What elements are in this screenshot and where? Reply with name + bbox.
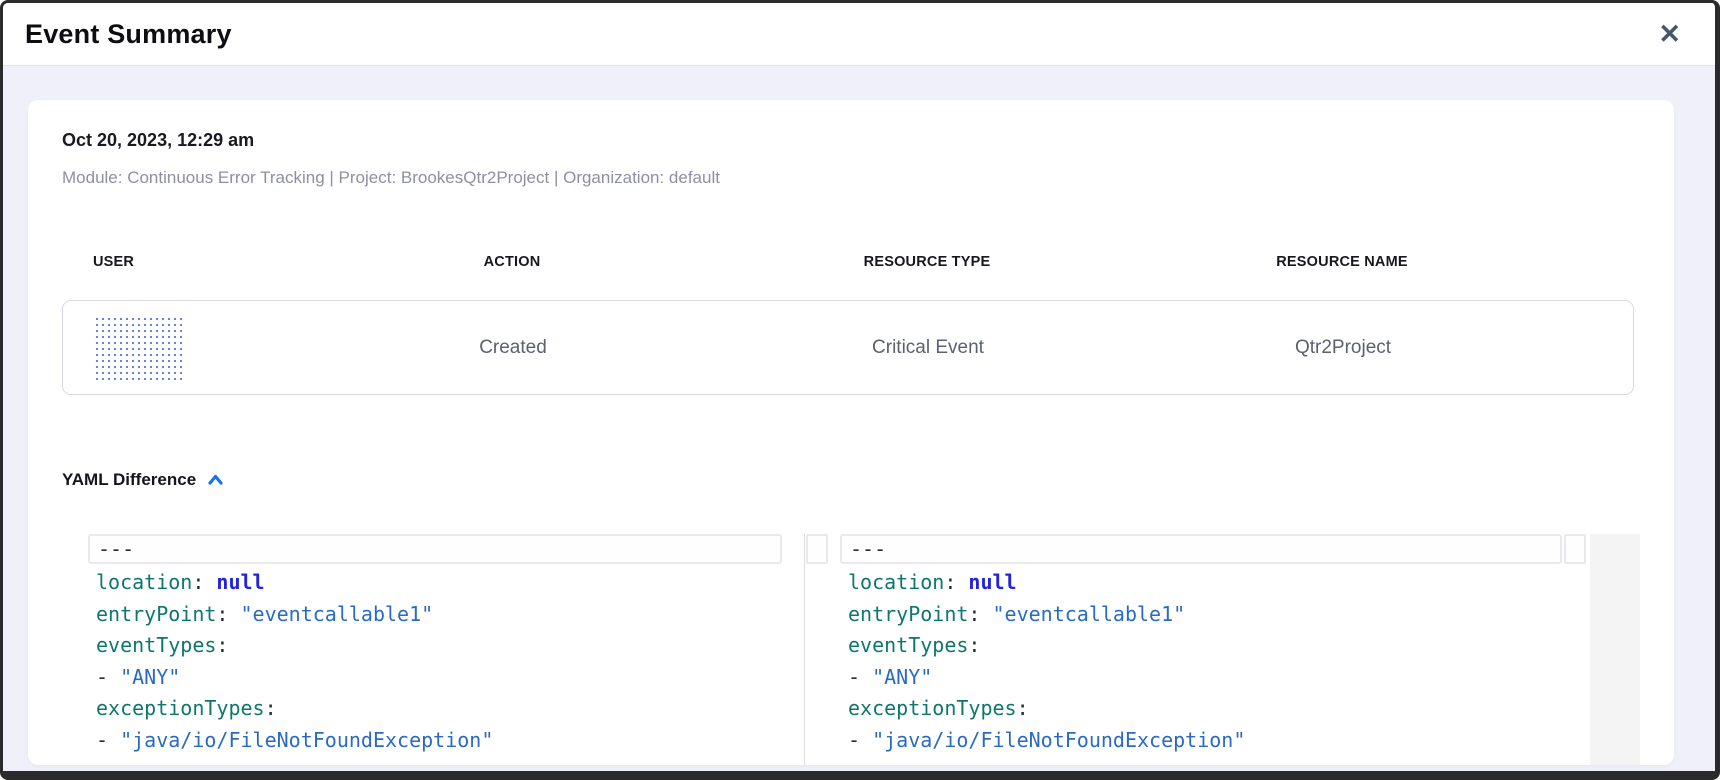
code-line: entryPoint: "eventcallable1": [88, 599, 804, 631]
code-line: ---: [88, 534, 782, 564]
column-header-resource-name: RESOURCE NAME: [1132, 254, 1552, 270]
code-line: - "java/io/FileNotFoundException": [840, 725, 1562, 757]
left-panel-scrollbar[interactable]: [806, 534, 828, 564]
event-card: Oct 20, 2023, 12:29 am Module: Continuou…: [28, 100, 1674, 765]
vertical-scrollbar-track[interactable]: [1590, 534, 1640, 765]
event-summary-modal: Event Summary ✕ Oct 20, 2023, 12:29 am M…: [0, 0, 1720, 780]
event-meta: Module: Continuous Error Tracking | Proj…: [62, 168, 720, 188]
table-row: Created Critical Event Qtr2Project: [62, 300, 1634, 395]
close-icon[interactable]: ✕: [1652, 19, 1687, 50]
resource-type-cell: Critical Event: [723, 337, 1133, 359]
yaml-panel-right[interactable]: ---location: nullentryPoint: "eventcalla…: [840, 534, 1562, 765]
chevron-up-icon[interactable]: [206, 471, 225, 490]
page-title: Event Summary: [25, 19, 232, 50]
action-cell: Created: [303, 337, 723, 359]
code-line: eventTypes:: [88, 630, 804, 662]
column-header-user: USER: [62, 254, 302, 270]
code-line: - "java/io/FileNotFoundException": [88, 725, 804, 757]
code-line: - "ANY": [88, 662, 804, 694]
audit-table-header: USER ACTION RESOURCE TYPE RESOURCE NAME: [62, 250, 1634, 274]
code-line: location: null: [88, 567, 804, 599]
column-header-resource-type: RESOURCE TYPE: [722, 254, 1132, 270]
yaml-difference-label: YAML Difference: [62, 470, 196, 490]
panel-divider: [804, 534, 805, 765]
user-redacted-pattern: [94, 316, 186, 380]
code-line: exceptionTypes:: [840, 693, 1562, 725]
right-panel-scrollbar[interactable]: [1564, 534, 1586, 564]
code-line: ---: [840, 534, 1562, 564]
modal-header: Event Summary ✕: [3, 3, 1715, 66]
code-line: - "ANY": [840, 662, 1562, 694]
yaml-panel-left[interactable]: ---location: nullentryPoint: "eventcalla…: [88, 534, 804, 765]
modal-body: Oct 20, 2023, 12:29 am Module: Continuou…: [3, 67, 1715, 771]
yaml-diff-viewer: ---location: nullentryPoint: "eventcalla…: [88, 534, 1644, 765]
yaml-difference-toggle[interactable]: YAML Difference: [62, 470, 225, 490]
event-timestamp: Oct 20, 2023, 12:29 am: [62, 130, 254, 151]
code-line: location: null: [840, 567, 1562, 599]
code-line: exceptionTypes:: [88, 693, 804, 725]
code-line: eventTypes:: [840, 630, 1562, 662]
resource-name-cell: Qtr2Project: [1133, 337, 1553, 359]
column-header-action: ACTION: [302, 254, 722, 270]
code-line: entryPoint: "eventcallable1": [840, 599, 1562, 631]
user-cell: [63, 316, 303, 380]
